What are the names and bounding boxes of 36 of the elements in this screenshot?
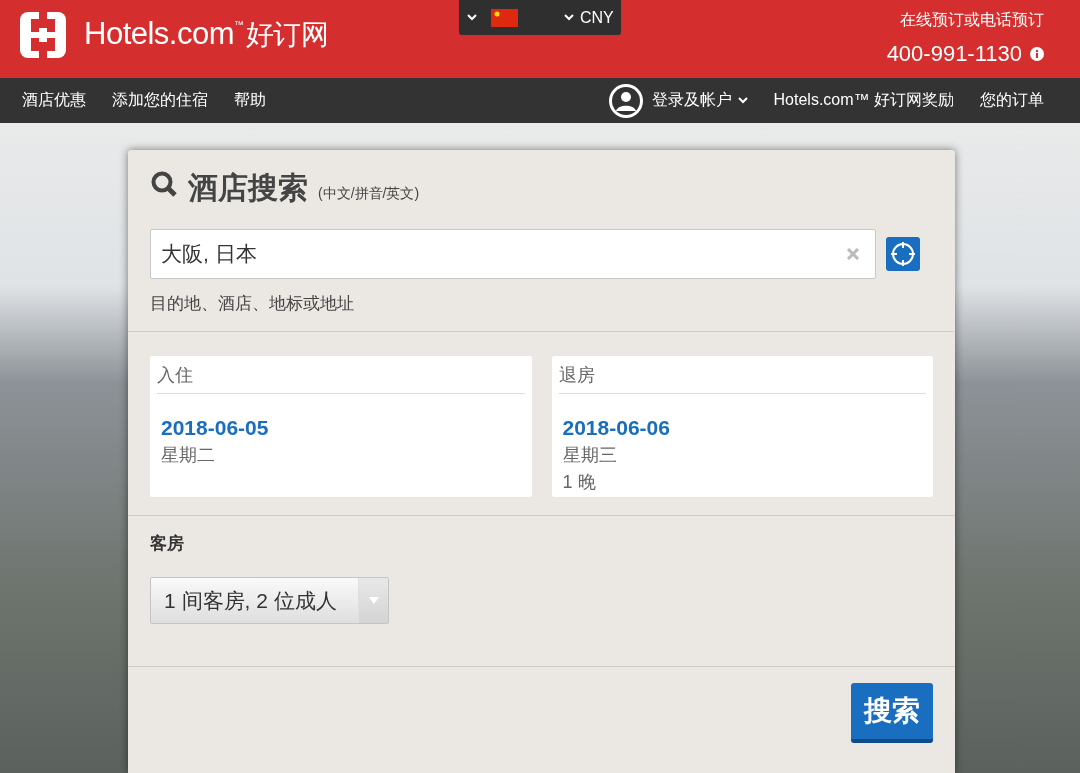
- logo-icon: [20, 12, 66, 58]
- date-card[interactable]: 退房 2018-06-06 星期三 1 晚: [551, 356, 933, 497]
- chevron-icon: [467, 14, 477, 21]
- nav-link[interactable]: 添加您的住宿: [112, 90, 208, 111]
- currency-selector[interactable]: CNY: [564, 8, 614, 27]
- search-button[interactable]: 搜索: [851, 683, 933, 743]
- nav-link[interactable]: Hotels.com™ 好订网奖励: [773, 90, 954, 111]
- destination-field[interactable]: 大阪, 日本: [150, 229, 876, 279]
- date-card[interactable]: 入住 2018-06-05 星期二: [150, 356, 532, 497]
- date-value: 2018-06-06: [562, 416, 671, 440]
- phone-number: 400-991-1130: [886, 41, 1022, 67]
- date-label: 入住: [157, 356, 525, 394]
- weekday-text: 星期二: [161, 444, 216, 467]
- destination-hint: 目的地、酒店、地标或地址: [150, 293, 355, 315]
- nav-link[interactable]: 酒店优惠: [22, 90, 86, 111]
- rooms-dropdown[interactable]: 1 间客房, 2 位成人: [150, 577, 389, 624]
- site-logo[interactable]: Hotels.com™好订网: [84, 16, 329, 54]
- nav-link[interactable]: 您的订单: [980, 90, 1044, 111]
- chevron-icon: [564, 14, 574, 21]
- booking-label: 在线预订或电话预订: [900, 10, 1044, 30]
- date-value: 2018-06-05: [161, 416, 270, 440]
- nav-link[interactable]: 帮助: [234, 90, 266, 111]
- locate-icon[interactable]: [886, 237, 920, 271]
- weekday-text: 星期三: [562, 444, 618, 467]
- info-icon[interactable]: [1030, 47, 1044, 61]
- nights-text: 1 晚: [562, 471, 597, 494]
- search-icon: [150, 170, 178, 198]
- search-subtitle: (中文/拼音/英文): [318, 185, 420, 203]
- user-avatar-icon: [607, 82, 644, 119]
- chevron-icon: [737, 97, 748, 104]
- search-title: 酒店搜索: [188, 170, 308, 206]
- rooms-label: 客房: [150, 533, 185, 555]
- date-label: 退房: [558, 356, 926, 394]
- china-flag-icon[interactable]: [491, 8, 518, 27]
- account-menu[interactable]: 登录及帐户: [651, 90, 748, 111]
- caret-icon: [368, 597, 379, 604]
